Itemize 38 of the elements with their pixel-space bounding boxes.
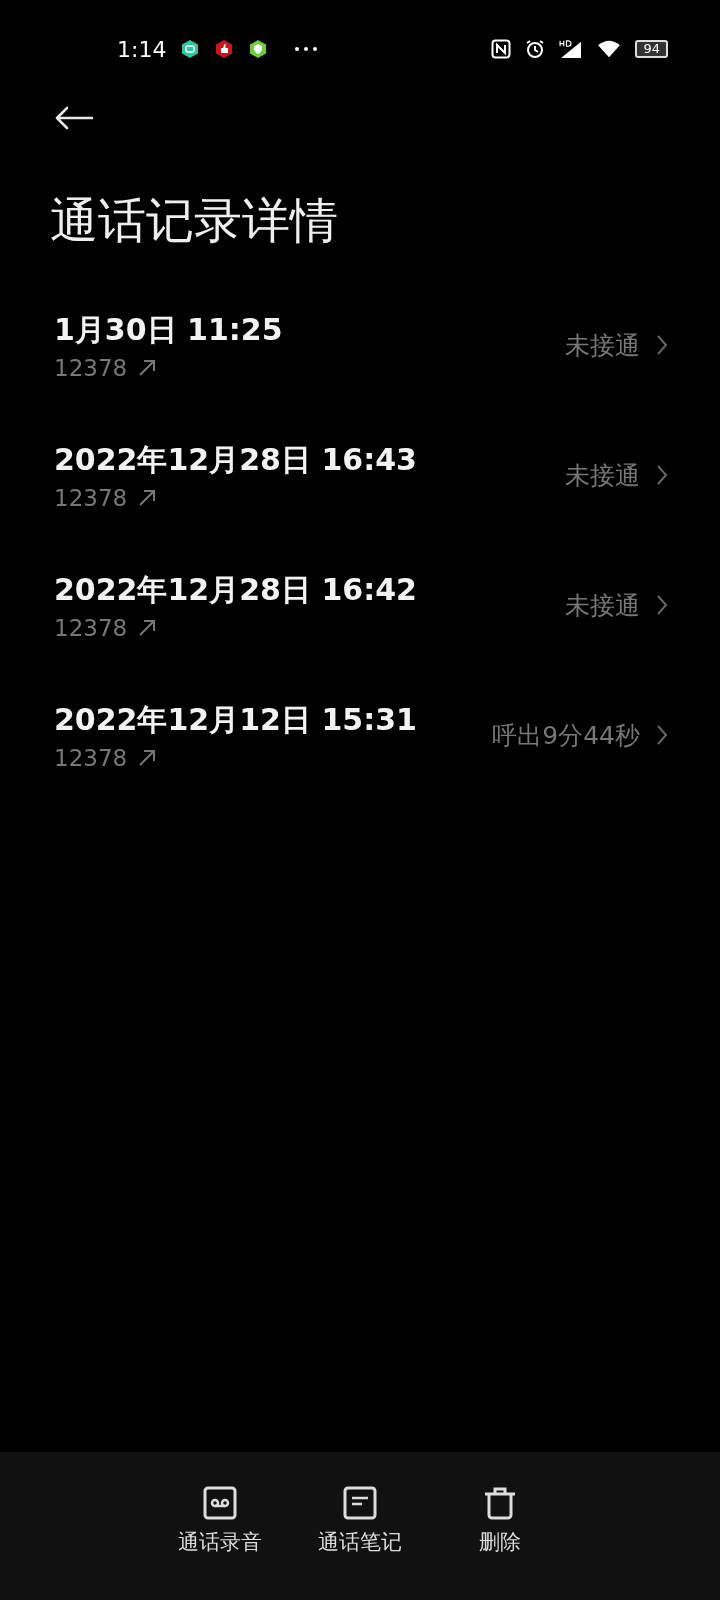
note-icon xyxy=(343,1486,377,1520)
call-datetime: 2022年12月12日 15:31 xyxy=(54,700,418,739)
trash-icon xyxy=(483,1486,517,1520)
page-title: 通话记录详情 xyxy=(50,191,339,250)
outgoing-call-icon xyxy=(137,487,158,508)
outgoing-call-icon xyxy=(137,357,158,378)
nfc-icon xyxy=(491,39,512,59)
action-button[interactable]: 删除 xyxy=(450,1486,550,1600)
call-status[interactable]: 未接通 xyxy=(565,588,640,622)
shield-icon xyxy=(248,39,269,59)
chevron-right-icon[interactable] xyxy=(656,724,668,746)
call-datetime: 1月30日 11:25 xyxy=(54,310,284,349)
voicemail-icon xyxy=(203,1486,237,1520)
thumbs-up-icon xyxy=(214,39,235,59)
app-notification-icon xyxy=(180,39,201,59)
call-status[interactable]: 未接通 xyxy=(565,458,640,492)
more-notifications-icon xyxy=(294,46,319,52)
chevron-right-icon[interactable] xyxy=(656,464,668,486)
outgoing-call-icon xyxy=(137,617,158,638)
outgoing-call-icon xyxy=(137,747,158,768)
alarm-icon xyxy=(525,39,546,59)
phone-number: 12378 xyxy=(54,614,128,641)
action-button[interactable]: 通话笔记 xyxy=(310,1486,410,1600)
call-status[interactable]: 呼出9分44秒 xyxy=(492,718,640,752)
phone-number: 12378 xyxy=(54,354,128,381)
wifi-icon xyxy=(597,39,622,59)
phone-number: 12378 xyxy=(54,484,128,511)
action-button[interactable]: 通话录音 xyxy=(170,1486,270,1600)
signal-icon xyxy=(559,39,584,59)
call-status[interactable]: 未接通 xyxy=(565,328,640,362)
phone-number: 12378 xyxy=(54,744,128,771)
call-datetime: 2022年12月28日 16:42 xyxy=(54,570,418,609)
back-icon[interactable] xyxy=(54,106,94,130)
chevron-right-icon[interactable] xyxy=(656,334,668,356)
call-datetime: 2022年12月28日 16:43 xyxy=(54,440,418,479)
chevron-right-icon[interactable] xyxy=(656,594,668,616)
status-time: 1:14 xyxy=(117,36,167,62)
battery-indicator: 94 xyxy=(635,40,668,58)
